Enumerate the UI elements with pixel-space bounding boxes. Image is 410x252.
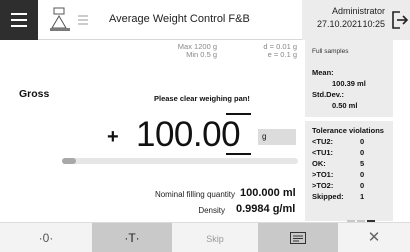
std-dev-value: 0.50 ml	[332, 101, 358, 110]
status-message: Please clear weighing pan!	[154, 94, 250, 103]
weight-sign: +	[107, 126, 119, 148]
current-time: 10:25	[362, 19, 385, 29]
weight-display: 100.00	[136, 115, 241, 154]
weight-progress-bar	[62, 158, 298, 164]
page-indicator[interactable]	[347, 210, 381, 223]
hamburger-icon	[11, 13, 27, 27]
spec-min: Min 0.5 g	[186, 50, 217, 59]
user-panel[interactable]: Administrator 27.10.2021 10:25	[302, 0, 410, 40]
nominal-value: 100.000 ml	[240, 187, 296, 199]
print-form-icon	[290, 232, 306, 244]
user-name: Administrator	[331, 6, 385, 16]
tolerance-row: OK: 5	[312, 159, 365, 168]
current-date: 27.10.2021	[316, 19, 362, 29]
nominal-label: Nominal filling quantity	[154, 190, 235, 199]
full-samples-title: Full samples	[312, 48, 349, 55]
zero-button[interactable]: ·0·	[0, 223, 92, 252]
tolerance-row: Skipped: 1	[312, 192, 365, 201]
tolerance-row: <TU2: 0	[312, 137, 365, 146]
scroll-strip	[393, 40, 410, 221]
function-bar: ·0· ·T· Skip ✕	[0, 222, 410, 252]
density-label: Density	[198, 206, 225, 215]
logout-icon[interactable]	[390, 10, 408, 30]
tolerance-row: >TO2: 0	[312, 181, 365, 190]
mean-value: 100.39 ml	[332, 79, 366, 88]
skip-label: Skip	[206, 234, 224, 244]
density-value: 0.9984 g/ml	[236, 203, 296, 215]
balance-app-icon	[50, 7, 88, 31]
menu-button[interactable]	[0, 0, 38, 40]
weighing-panel: Max 1200 g Min 0.5 g d = 0.01 g e = 0.1 …	[0, 40, 305, 221]
header-bar: Average Weight Control F&B Administrator…	[0, 0, 410, 40]
tolerance-row: <TU1: 0	[312, 148, 365, 157]
skip-button[interactable]: Skip	[172, 223, 258, 252]
tare-button[interactable]: ·T·	[92, 223, 172, 252]
close-button[interactable]: ✕	[338, 223, 410, 252]
spec-e: e = 0.1 g	[267, 50, 297, 59]
app-title: Average Weight Control F&B	[109, 13, 250, 25]
unit-selector[interactable]: g	[258, 129, 296, 145]
tolerance-title: Tolerance violations	[312, 126, 384, 135]
print-button[interactable]	[258, 223, 338, 252]
panel-divider	[305, 117, 393, 121]
statistics-panel: Full samples Mean: 100.39 ml Std.Dev.: 0…	[305, 40, 393, 223]
tolerance-row: >TO1: 0	[312, 170, 365, 179]
mean-label: Mean:	[312, 68, 334, 77]
weight-progress-fill	[62, 158, 77, 164]
stability-cursor	[226, 113, 251, 155]
gross-label: Gross	[19, 88, 50, 100]
std-dev-label: Std.Dev.:	[312, 90, 344, 99]
